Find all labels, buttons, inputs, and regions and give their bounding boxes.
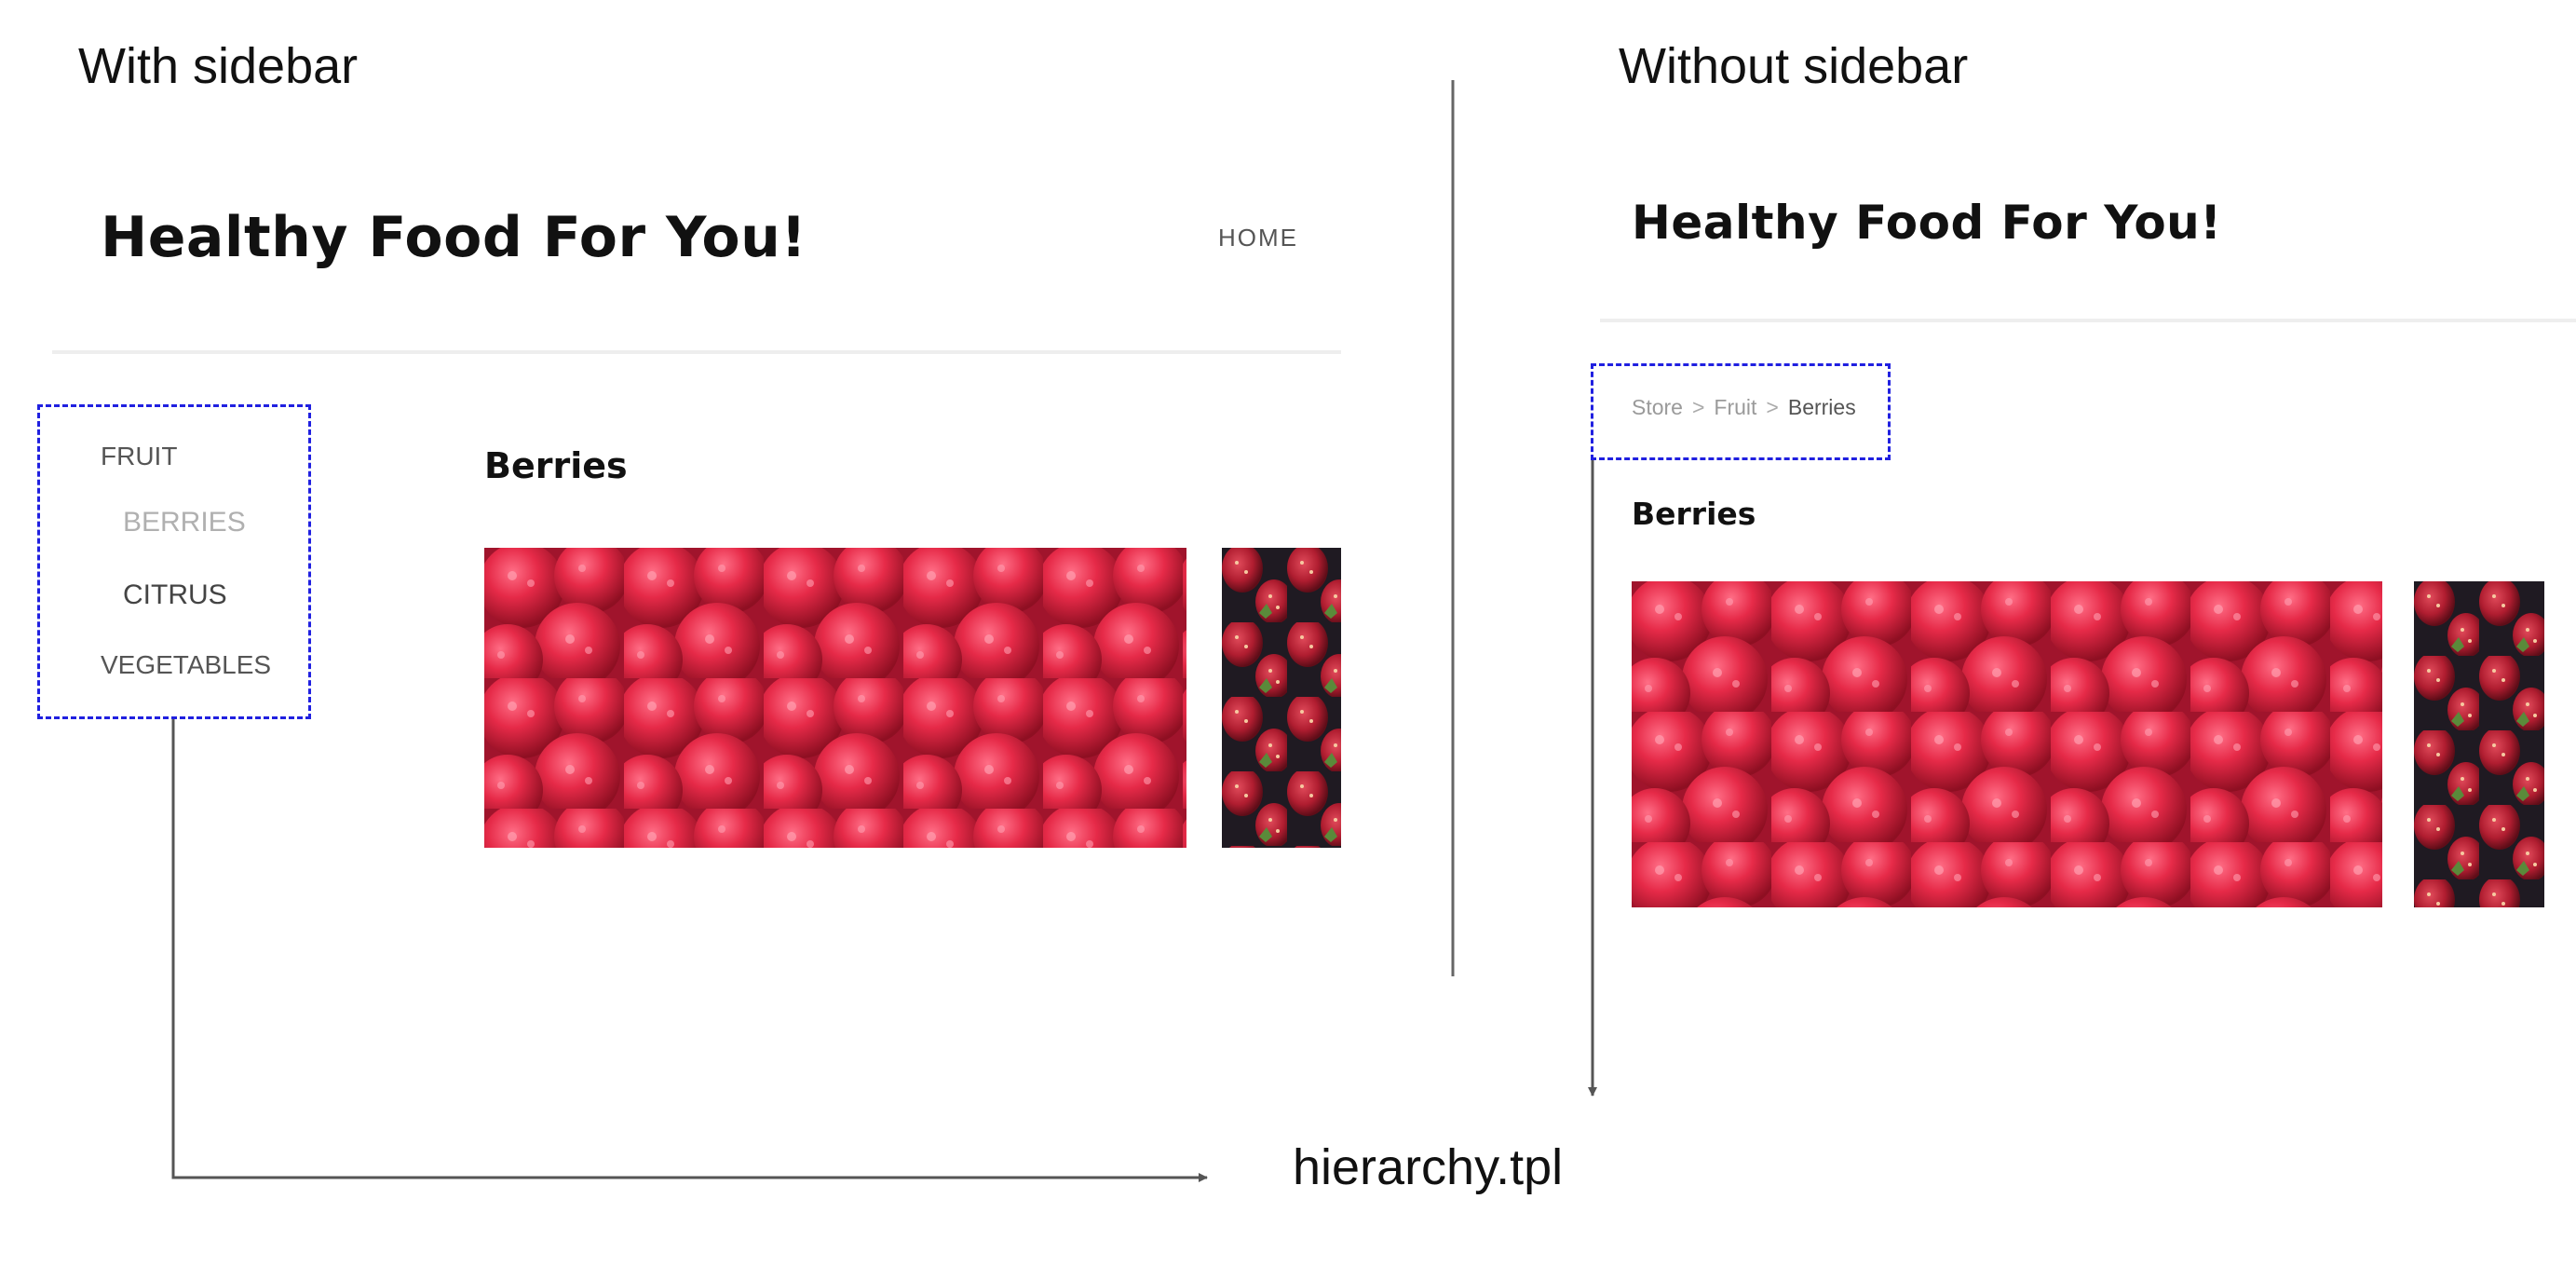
sidebar-arrow bbox=[171, 719, 1208, 1182]
connector-overlay bbox=[171, 80, 1597, 1182]
